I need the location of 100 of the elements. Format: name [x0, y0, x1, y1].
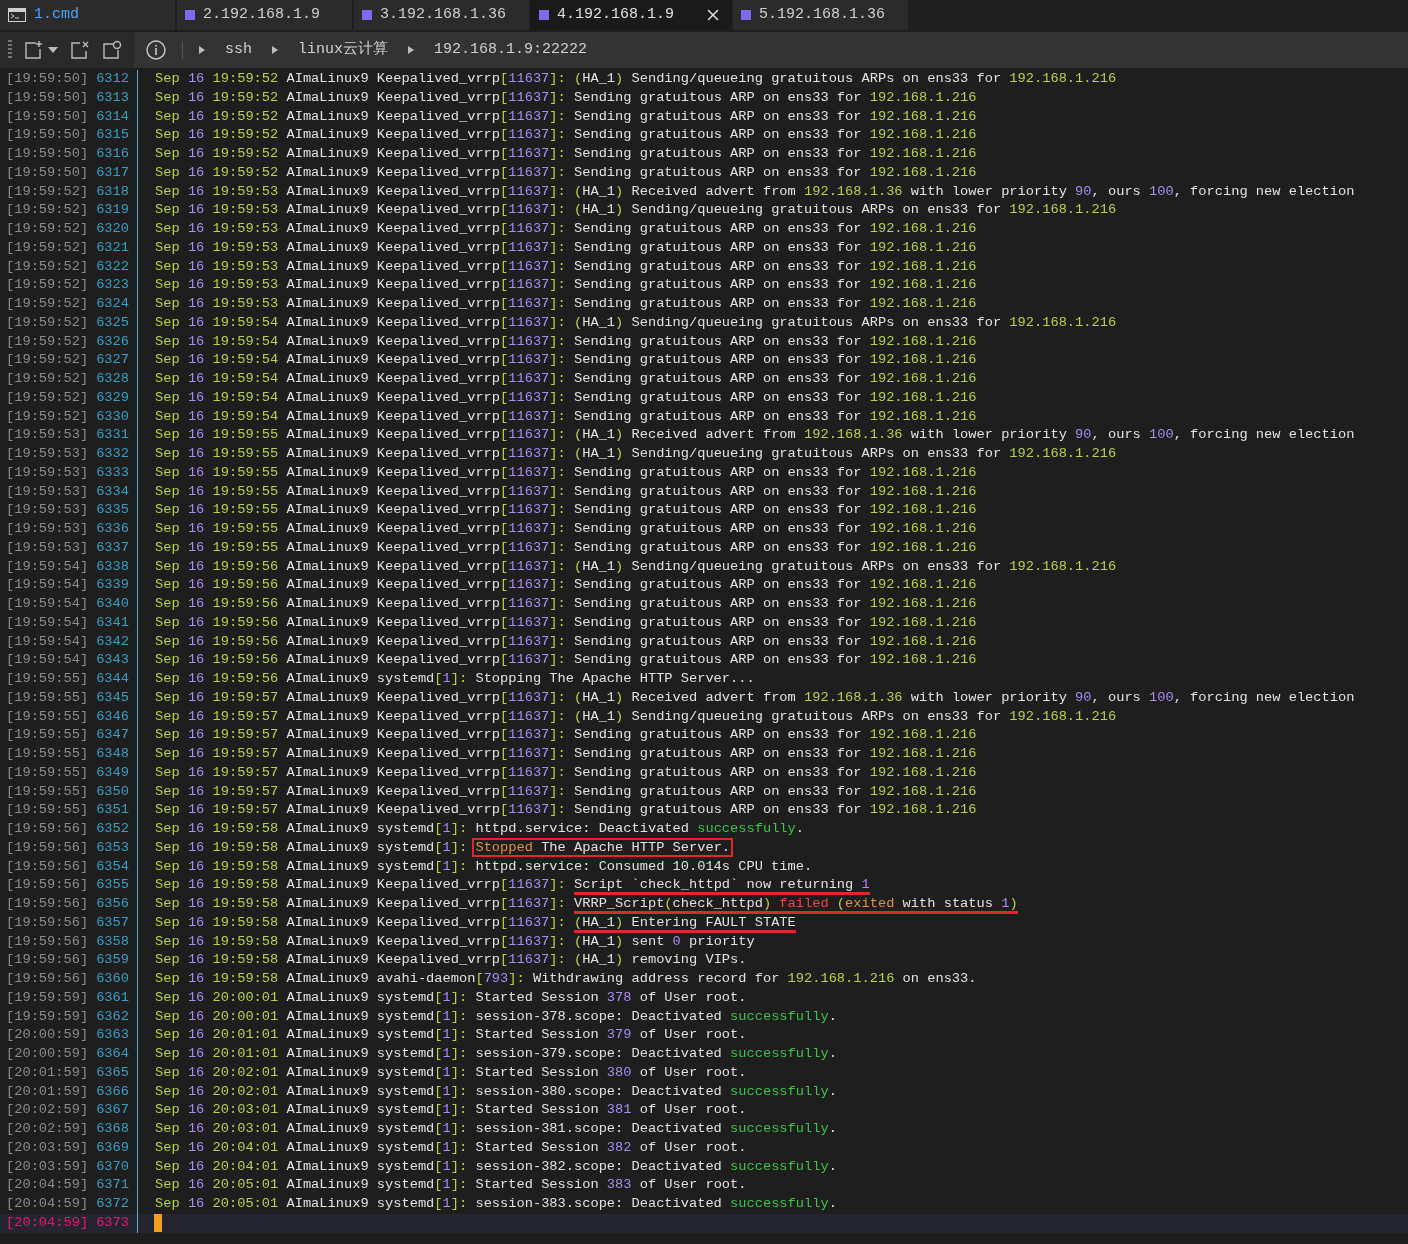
line-number: 6352 [96, 820, 129, 838]
timestamp: [19:59:52] [6, 276, 89, 295]
timestamp: [19:59:50] [6, 107, 89, 126]
breadcrumb-item[interactable]: ssh [221, 38, 256, 62]
timestamp: [19:59:50] [6, 126, 89, 145]
log-message: Sep 16 20:01:01 AImaLinux9 systemd[1]: Started Session 379 of User root. [155, 1026, 747, 1045]
timestamp: [20:01:59] [6, 1082, 89, 1101]
tab[interactable]: 1.cmd [0, 0, 175, 30]
line-number: 6313 [96, 88, 129, 107]
timestamp: [20:00:59] [6, 1026, 89, 1045]
timestamp: [20:02:59] [6, 1101, 89, 1120]
line-number: 6329 [96, 388, 129, 407]
line-number: 6334 [96, 482, 129, 501]
log-message: Sep 16 19:59:58 AImaLinux9 systemd[1]: Stopped The Apache HTTP Server. [155, 838, 731, 858]
line-number: 6359 [96, 951, 129, 970]
caret-icon [272, 46, 278, 54]
line-number: 6338 [96, 557, 129, 576]
tab-label: 5.192.168.1.36 [759, 4, 886, 25]
line-number: 6368 [96, 1120, 129, 1138]
timestamp: [19:59:52] [6, 313, 89, 332]
info-icon[interactable] [146, 40, 166, 60]
log-message: Sep 16 19:59:58 AImaLinux9 Keepalived_vrrp[11637]: (HA_1) sent 0 priority [155, 932, 755, 951]
line-number: 6318 [96, 182, 129, 201]
timestamp: [19:59:52] [6, 351, 89, 370]
timestamp: [19:59:53] [6, 463, 89, 482]
log-message: Sep 16 19:59:54 AImaLinux9 Keepalived_vrrp[11637]: (HA_1) Sending/queueing gratuitous ARPs on ens33 for 192.168.1.216 [155, 313, 1117, 332]
tab[interactable]: 3.192.168.1.36 [354, 0, 529, 30]
log-message: Sep 16 20:00:01 AImaLinux9 systemd[1]: session-378.scope: Deactivated successfully. [155, 1007, 837, 1026]
line-number: 6339 [96, 576, 129, 595]
close-icon[interactable] [707, 9, 719, 21]
line-number: 6314 [96, 107, 129, 126]
tab-label: 4.192.168.1.9 [557, 4, 675, 25]
log-message: Sep 16 19:59:55 AImaLinux9 Keepalived_vrrp[11637]: (HA_1) Sending/queueing gratuitous ARPs on ens33 for 192.168.1.216 [155, 445, 1117, 463]
session-icon [539, 10, 549, 20]
tab[interactable]: 2.192.168.1.9 [177, 0, 352, 30]
timestamp: [20:01:59] [6, 1063, 89, 1082]
timestamp: [20:02:59] [6, 1120, 89, 1138]
log-message: Sep 16 19:59:52 AImaLinux9 Keepalived_vrrp[11637]: Sending gratuitous ARP on ens33 for 192.168.1.216 [155, 126, 977, 145]
log-message: Sep 16 19:59:57 AImaLinux9 Keepalived_vrrp[11637]: Sending gratuitous ARP on ens33 for 192.168.1.216 [155, 782, 977, 801]
timestamp: [19:59:52] [6, 407, 89, 426]
line-number: 6370 [96, 1157, 129, 1176]
breadcrumb-item[interactable]: linux云计算 [294, 38, 393, 62]
timestamp: [19:59:52] [6, 257, 89, 276]
timestamp: [19:59:52] [6, 201, 89, 220]
line-number: 6320 [96, 220, 129, 238]
line-number: 6341 [96, 613, 129, 632]
tab[interactable]: 5.192.168.1.36 [733, 0, 908, 30]
session-icon [185, 10, 195, 20]
caret-icon [408, 46, 415, 54]
log-message: Sep 16 19:59:54 AImaLinux9 Keepalived_vrrp[11637]: Sending gratuitous ARP on ens33 for 192.168.1.216 [155, 332, 977, 351]
log-message: Sep 16 19:59:52 AImaLinux9 Keepalived_vrrp[11637]: Sending gratuitous ARP on ens33 for 192.168.1.216 [155, 145, 977, 163]
line-number: 6333 [96, 463, 129, 482]
timestamp: [19:59:56] [6, 932, 89, 951]
timestamp: [19:59:54] [6, 595, 89, 613]
line-number: 6317 [96, 163, 129, 182]
timestamp: [19:59:52] [6, 220, 89, 238]
log-message: Sep 16 19:59:58 AImaLinux9 Keepalived_vrrp[11637]: (HA_1) removing VIPs. [155, 951, 747, 970]
tab-label: 2.192.168.1.9 [203, 4, 321, 25]
log-message: Sep 16 20:04:01 AImaLinux9 systemd[1]: session-382.scope: Deactivated successfully. [155, 1157, 837, 1176]
timestamp: [19:59:55] [6, 688, 89, 707]
terminal-icon [8, 8, 26, 22]
log-message: Sep 16 19:59:56 AImaLinux9 systemd[1]: Stopping The Apache HTTP Server... [155, 670, 755, 688]
window-icon[interactable] [102, 40, 122, 60]
log-message: Sep 16 19:59:58 AImaLinux9 Keepalived_vrrp[11637]: (HA_1) Entering FAULT STATE [155, 913, 796, 933]
detach-icon[interactable] [70, 40, 90, 60]
log-message: Sep 16 19:59:54 AImaLinux9 Keepalived_vrrp[11637]: Sending gratuitous ARP on ens33 for 192.168.1.216 [155, 407, 977, 426]
log-message: Sep 16 19:59:53 AImaLinux9 Keepalived_vrrp[11637]: Sending gratuitous ARP on ens33 for 192.168.1.216 [155, 220, 977, 238]
timestamp: [19:59:54] [6, 576, 89, 595]
line-number: 6324 [96, 295, 129, 313]
line-number: 6354 [96, 857, 129, 876]
log-message: Sep 16 19:59:57 AImaLinux9 Keepalived_vrrp[11637]: Sending gratuitous ARP on ens33 for 192.168.1.216 [155, 726, 977, 745]
log-message: Sep 16 19:59:56 AImaLinux9 Keepalived_vrrp[11637]: Sending gratuitous ARP on ens33 for 192.168.1.216 [155, 613, 977, 632]
timestamp: [19:59:53] [6, 482, 89, 501]
line-number: 6331 [96, 426, 129, 445]
breadcrumb-item[interactable]: 192.168.1.9:22222 [430, 38, 592, 62]
timestamp: [19:59:55] [6, 782, 89, 801]
tab[interactable]: 4.192.168.1.9 [531, 0, 731, 30]
timestamp: [19:59:55] [6, 801, 89, 820]
timestamp: [19:59:56] [6, 876, 89, 895]
timestamp: [19:59:52] [6, 295, 89, 313]
line-number: 6357 [96, 913, 129, 932]
log-message: Sep 16 19:59:57 AImaLinux9 Keepalived_vrrp[11637]: Sending gratuitous ARP on ens33 for 192.168.1.216 [155, 801, 977, 820]
line-number: 6340 [96, 595, 129, 613]
line-number: 6348 [96, 745, 129, 763]
dropdown-caret-icon[interactable] [48, 47, 58, 53]
line-number: 6360 [96, 970, 129, 988]
timestamp: [19:59:55] [6, 726, 89, 745]
line-number: 6321 [96, 238, 129, 257]
line-number: 6326 [96, 332, 129, 351]
log-message: Sep 16 19:59:53 AImaLinux9 Keepalived_vrrp[11637]: (HA_1) Sending/queueing gratuitous ARPs on ens33 for 192.168.1.216 [155, 201, 1117, 220]
line-number: 6337 [96, 538, 129, 557]
timestamp: [19:59:56] [6, 820, 89, 838]
log-message: Sep 16 19:59:52 AImaLinux9 Keepalived_vrrp[11637]: Sending gratuitous ARP on ens33 for 192.168.1.216 [155, 88, 977, 107]
line-number: 6373 [96, 1213, 129, 1232]
timestamp: [19:59:52] [6, 388, 89, 407]
timestamp: [19:59:55] [6, 763, 89, 782]
grip-icon[interactable] [8, 40, 12, 60]
line-number: 6349 [96, 763, 129, 782]
line-number: 6356 [96, 895, 129, 913]
new-tab-icon[interactable] [24, 40, 44, 60]
